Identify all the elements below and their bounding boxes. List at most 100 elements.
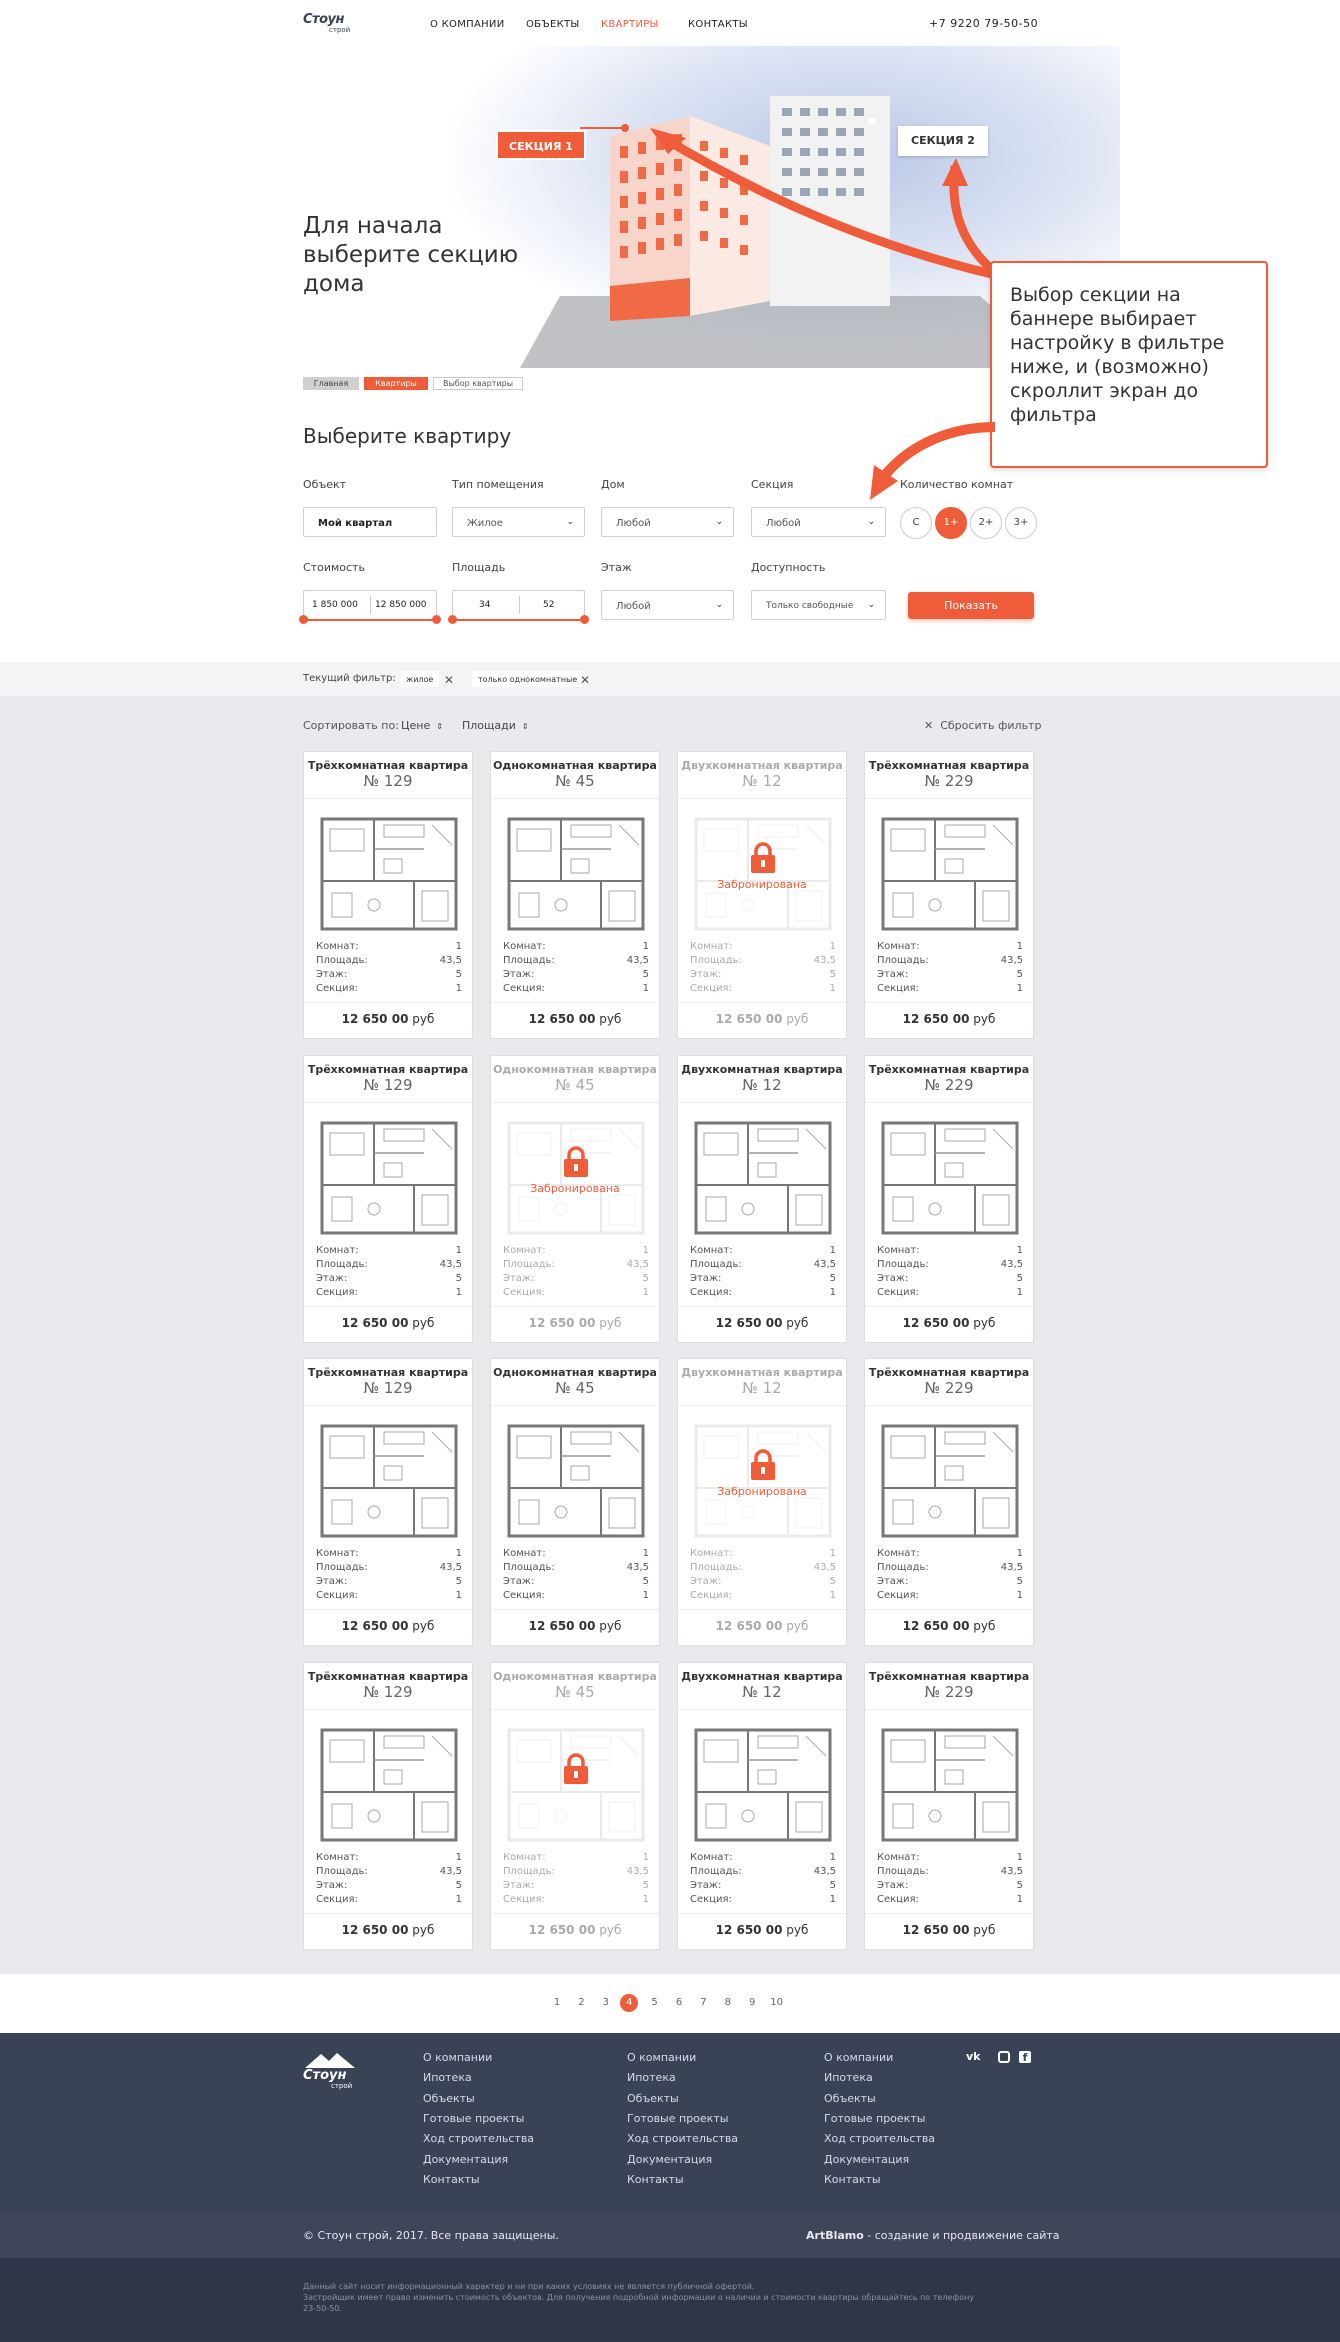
show-button[interactable]: Показать: [908, 592, 1034, 619]
apartment-card[interactable]: Трёхкомнатная квартира № 229 Комнат: 1 Пло…: [864, 751, 1034, 1039]
footer-link[interactable]: Документация: [423, 2153, 508, 2166]
price-slider[interactable]: [299, 615, 441, 624]
footer-link[interactable]: О компании: [423, 2051, 492, 2064]
slider-handle-min[interactable]: [448, 615, 457, 624]
apartment-card[interactable]: Трёхкомнатная квартира № 129 Комнат: 1 Пло…: [303, 1055, 473, 1343]
apartment-card[interactable]: Двухкомнатная квартира № 12 Комнат: 1 Площ…: [677, 1662, 847, 1950]
footer-link[interactable]: Готовые проекты: [423, 2112, 524, 2125]
rooms-2plus[interactable]: 2+: [970, 507, 1002, 539]
close-icon[interactable]: ✕: [580, 673, 590, 687]
apartment-card[interactable]: Однокомнатная квартира № 45 Комнат: 1 Площ…: [490, 1358, 660, 1646]
footer-link[interactable]: Контакты: [423, 2173, 480, 2186]
slider-handle-max[interactable]: [432, 615, 441, 624]
footer-link[interactable]: Ипотека: [627, 2071, 676, 2084]
footer-link[interactable]: Объекты: [423, 2092, 475, 2105]
type-select[interactable]: Жилое ⌄: [452, 507, 585, 537]
page-link[interactable]: 3: [596, 1994, 616, 2012]
floor-select[interactable]: Любой ⌄: [601, 590, 734, 620]
instagram-icon[interactable]: [998, 2051, 1010, 2063]
availability-select[interactable]: Только свободные ⌄: [751, 590, 886, 620]
apartment-card[interactable]: Двухкомнатная квартира № 12 Забронирован…: [677, 751, 847, 1039]
page-link[interactable]: 10: [767, 1994, 787, 2012]
listing-section: [0, 696, 1340, 1974]
rooms-3plus[interactable]: 3+: [1005, 507, 1037, 539]
page-link[interactable]: 2: [571, 1994, 591, 2012]
apartment-card[interactable]: Двухкомнатная квартира № 12 Забронирован…: [677, 1358, 847, 1646]
rooms-studio[interactable]: С: [900, 507, 932, 539]
apartment-card[interactable]: Трёхкомнатная квартира № 229 Комнат: 1 Пло…: [864, 1662, 1034, 1950]
close-icon[interactable]: ✕: [444, 673, 454, 687]
rooms-1plus[interactable]: 1+: [935, 507, 967, 539]
apartment-card[interactable]: Однокомнатная квартира № 45 Комнат: 1 Площ…: [490, 751, 660, 1039]
apartment-card[interactable]: Двухкомнатная квартира № 12 Комнат: 1 Площ…: [677, 1055, 847, 1343]
vk-icon[interactable]: vk: [966, 2050, 981, 2063]
page-link[interactable]: 7: [693, 1994, 713, 2012]
nav-about[interactable]: О КОМПАНИИ: [430, 19, 505, 30]
footer-link[interactable]: Ипотека: [824, 2071, 873, 2084]
slider-handle-max[interactable]: [580, 615, 589, 624]
section-1-button[interactable]: СЕКЦИЯ 1: [496, 130, 586, 160]
section-2-button[interactable]: СЕКЦИЯ 2: [898, 126, 988, 156]
footer-link[interactable]: О компании: [627, 2051, 696, 2064]
footer-link[interactable]: Документация: [824, 2153, 909, 2166]
sort-by-price[interactable]: Цене ⇕: [401, 719, 443, 732]
footer-link[interactable]: Документация: [627, 2153, 712, 2166]
footer-logo[interactable]: Стоун строй: [303, 2051, 357, 2091]
reset-filter[interactable]: ✕ Сбросить фильтр: [924, 719, 1041, 732]
breadcrumb-home[interactable]: Главная: [303, 377, 359, 390]
object-select[interactable]: Мой квартал: [303, 507, 437, 537]
footer-link[interactable]: Готовые проекты: [627, 2112, 728, 2125]
facebook-icon[interactable]: f: [1019, 2051, 1031, 2064]
spec-value: 1: [829, 1245, 836, 1256]
area-from[interactable]: 34: [479, 600, 490, 610]
price-to[interactable]: 12 850 000: [375, 600, 427, 610]
phone[interactable]: +7 9220 79-50-50: [929, 17, 1038, 30]
page-link[interactable]: 9: [742, 1994, 762, 2012]
apartment-card[interactable]: Трёхкомнатная квартира № 129 Комнат: 1 Пло…: [303, 1358, 473, 1646]
sort-by-area[interactable]: Площади ⇕: [462, 719, 529, 732]
nav-contacts[interactable]: КОНТАКТЫ: [688, 19, 748, 30]
apartment-card[interactable]: Однокомнатная квартира № 45 Забронирован…: [490, 1055, 660, 1343]
price-from[interactable]: 1 850 000: [312, 600, 358, 610]
house-select[interactable]: Любой ⌄: [601, 507, 734, 537]
spec-label: Комнат:: [316, 1852, 359, 1863]
breadcrumb-apartments[interactable]: Квартиры: [364, 377, 428, 390]
spec-value: 43,5: [626, 1562, 649, 1573]
footer-link[interactable]: Ипотека: [423, 2071, 472, 2084]
footer-link[interactable]: Готовые проекты: [824, 2112, 925, 2125]
divider: [865, 1609, 1033, 1610]
footer-link[interactable]: Объекты: [627, 2092, 679, 2105]
footer-link[interactable]: О компании: [824, 2051, 893, 2064]
apartment-card[interactable]: Трёхкомнатная квартира № 229 Комнат: 1 Пло…: [864, 1358, 1034, 1646]
nav-objects[interactable]: ОБЪЕКТЫ: [526, 19, 580, 30]
spec-row: Этаж: 5: [503, 1273, 649, 1287]
apartment-card[interactable]: Однокомнатная квартира № 45 Комнат: 1 Площ…: [490, 1662, 660, 1950]
page-link[interactable]: 1: [547, 1994, 567, 2012]
spec-row: Секция: 1: [503, 983, 649, 997]
logo[interactable]: Стоун строй: [303, 12, 361, 36]
footer-link[interactable]: Объекты: [824, 2092, 876, 2105]
apartment-card[interactable]: Трёхкомнатная квартира № 129 Комнат: 1 Пло…: [303, 1662, 473, 1950]
page-link[interactable]: 6: [669, 1994, 689, 2012]
page-link[interactable]: 5: [645, 1994, 665, 2012]
footer-link[interactable]: Ход строительства: [627, 2132, 738, 2145]
footer-link[interactable]: Ход строительства: [824, 2132, 935, 2145]
chevron-down-icon: ⌄: [867, 600, 875, 610]
area-to[interactable]: 52: [543, 600, 554, 610]
apartment-card[interactable]: Трёхкомнатная квартира № 229 Комнат: 1 Пло…: [864, 1055, 1034, 1343]
area-range[interactable]: 34 52: [452, 590, 585, 620]
page-link[interactable]: 8: [718, 1994, 738, 2012]
developer-credit[interactable]: ArtBlamo - создание и продвижение сайта: [806, 2229, 1060, 2242]
plan-wrapper: [688, 1720, 838, 1845]
footer-link[interactable]: Контакты: [824, 2173, 881, 2186]
footer-link[interactable]: Ход строительства: [423, 2132, 534, 2145]
spec-row: Комнат: 1: [503, 941, 649, 955]
divider: [304, 1709, 472, 1710]
slider-handle-min[interactable]: [299, 615, 308, 624]
price-range[interactable]: 1 850 000 12 850 000: [303, 590, 437, 620]
apartment-card[interactable]: Трёхкомнатная квартира № 129 Комнат: 1 Пло…: [303, 751, 473, 1039]
area-slider[interactable]: [448, 615, 589, 624]
footer-link[interactable]: Контакты: [627, 2173, 684, 2186]
nav-apartments[interactable]: КВАРТИРЫ: [601, 19, 659, 30]
section-select[interactable]: Любой ⌄: [751, 507, 886, 537]
